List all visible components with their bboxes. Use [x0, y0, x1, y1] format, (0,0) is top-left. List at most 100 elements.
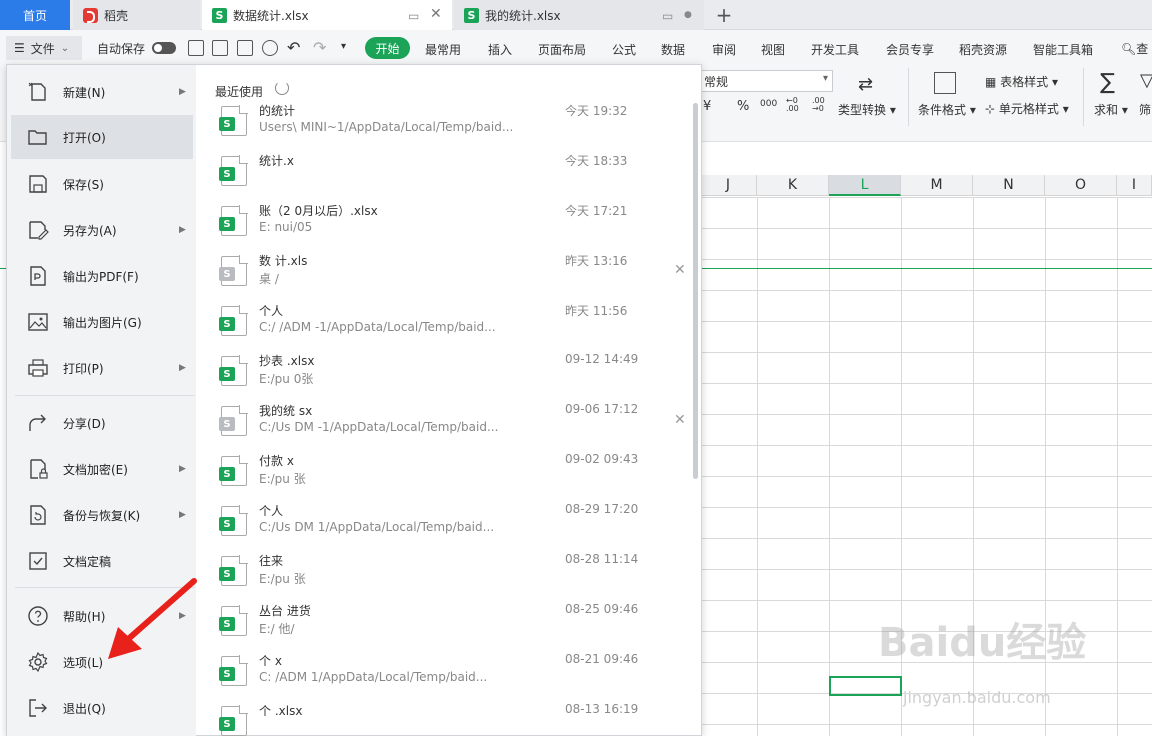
menu-item-exit[interactable]: 退出(Q) — [11, 686, 193, 730]
redo-icon[interactable]: ↷ — [313, 38, 326, 57]
tab-page-layout[interactable]: 页面布局 — [538, 41, 586, 58]
column-header-p[interactable]: I — [1117, 175, 1152, 196]
menu-item-encrypt[interactable]: 文档加密(E) ▶ — [11, 447, 193, 491]
save-icon[interactable] — [188, 40, 204, 56]
number-format-select[interactable]: 常规 ▾ — [697, 70, 833, 92]
file-menu-button[interactable]: ☰ 文件 ⌄ — [6, 36, 82, 60]
menu-item-save-as[interactable]: 另存为(A) ▶ — [11, 208, 193, 252]
recent-file-item[interactable]: S 抄表 .xlsx E:/pu 0张 09-12 14:49 — [215, 350, 685, 400]
menu-item-export-image[interactable]: 输出为图片(G) — [11, 300, 193, 344]
column-header-o[interactable]: O — [1045, 175, 1117, 196]
recent-file-item[interactable]: S 丛台 进货 E:/ 他/08-25 09:46 — [215, 600, 685, 650]
recent-file-path: 桌 / — [259, 272, 279, 286]
pdf-icon — [30, 266, 46, 286]
toolbar-separator — [908, 68, 909, 126]
autosave-toggle[interactable] — [152, 42, 176, 54]
menu-item-backup[interactable]: 备份与恢复(K) ▶ — [11, 493, 193, 537]
print-icon[interactable] — [237, 40, 253, 56]
recent-file-item[interactable]: S 个人 C:/Us DM 1/AppData/Local/Temp/baid...… — [215, 500, 685, 550]
tab-other-workbook[interactable]: S 我的统计.xlsx ▭ ● — [454, 0, 704, 30]
spreadsheet-file-icon: S — [219, 105, 248, 136]
tab-home[interactable]: 首页 — [0, 0, 70, 30]
remove-recent-icon[interactable]: ✕ — [674, 262, 686, 278]
filter-button[interactable]: 筛 — [1139, 101, 1151, 118]
recent-file-item[interactable]: S 个 .xlsx 08-13 16:19 — [215, 700, 685, 736]
table-style-button[interactable]: ▦ 表格样式 ▾ — [985, 73, 1058, 90]
tab-daoke-resources[interactable]: 稻壳资源 — [959, 41, 1007, 58]
tab-review[interactable]: 审阅 — [712, 41, 736, 58]
menu-item-share-label: 分享(D) — [63, 416, 106, 431]
recent-file-item[interactable]: S 个 x C: /ADM 1/AppData/Local/Temp/baid...… — [215, 650, 685, 700]
help-icon — [28, 606, 48, 626]
thousands-button[interactable]: 000 — [760, 99, 777, 109]
tab-start-label: 开始 — [375, 41, 400, 56]
recent-file-name: 数 计.xls — [259, 254, 308, 268]
selected-cell[interactable] — [829, 676, 902, 696]
column-header-l[interactable]: L — [829, 175, 901, 196]
quick-access-dropdown-icon[interactable]: ▾ — [341, 41, 346, 52]
export-icon[interactable] — [212, 40, 228, 56]
gear-icon — [28, 651, 48, 673]
exit-icon — [29, 699, 47, 717]
recent-file-path: E:/pu 0张 — [259, 372, 314, 386]
menu-item-export-pdf[interactable]: 输出为PDF(F) — [11, 254, 193, 298]
tab-active-workbook[interactable]: S 数据统计.xlsx ▭ ✕ — [202, 0, 452, 30]
recent-file-item[interactable]: S 数 计.xls 桌 / 昨天 13:16 ✕ — [215, 250, 686, 300]
spreadsheet-file-icon: S — [219, 605, 248, 636]
menu-item-share[interactable]: 分享(D) — [11, 401, 193, 445]
recent-file-item[interactable]: S 我的统 sx C:/Us DM -1/AppData/Local/Temp/ba… — [215, 400, 686, 450]
recent-file-item[interactable]: S 个人 C:/ /ADM -1/AppData/Local/Temp/baid..… — [215, 300, 685, 350]
percent-button[interactable]: % — [737, 99, 749, 114]
monitor-icon[interactable]: ▭ — [662, 9, 673, 23]
column-header-k[interactable]: K — [757, 175, 829, 196]
cell-style-button[interactable]: ⊹ 单元格样式 ▾ — [985, 100, 1069, 117]
currency-button[interactable]: ¥ — [703, 99, 711, 114]
tab-frequent[interactable]: 最常用 — [425, 41, 461, 58]
search-button[interactable]: 🔍︎查 — [1121, 40, 1148, 57]
menu-item-save[interactable]: 保存(S) — [11, 162, 193, 206]
folder-open-icon — [28, 130, 47, 145]
annotation-arrow-icon — [108, 578, 197, 659]
tab-view[interactable]: 视图 — [761, 41, 785, 58]
recent-list-scrollbar[interactable] — [693, 103, 698, 479]
tab-smart-tools[interactable]: 智能工具箱 — [1033, 41, 1093, 58]
tab-start[interactable]: 开始 — [365, 37, 410, 59]
recent-file-name: 个 .xlsx — [259, 704, 303, 718]
menu-item-new[interactable]: 新建(N) ▶ — [11, 70, 193, 114]
column-header-m[interactable]: M — [901, 175, 973, 196]
table-style-icon: ▦ — [985, 75, 1001, 89]
increase-decimal-button[interactable]: ←0 .00 — [786, 97, 804, 113]
tab-data[interactable]: 数据 — [661, 41, 685, 58]
type-convert-button[interactable]: 类型转换 ▾ — [838, 101, 896, 118]
tab-member[interactable]: 会员专享 — [886, 41, 934, 58]
tab-developer[interactable]: 开发工具 — [811, 41, 859, 58]
column-header-n[interactable]: N — [973, 175, 1045, 196]
sum-button[interactable]: 求和 ▾ — [1094, 101, 1128, 118]
spreadsheet-badge-icon: S — [219, 217, 235, 231]
menu-item-open[interactable]: 打开(O) — [11, 115, 193, 159]
spreadsheet-badge-icon: S — [219, 117, 235, 131]
recent-file-item[interactable]: S 统计.x 今天 18:33 — [215, 150, 685, 200]
recent-file-item[interactable]: S 的统计 Users\ MINI~1/AppData/Local/Temp/bai… — [215, 100, 685, 150]
recent-file-name: 抄表 .xlsx — [259, 354, 315, 368]
close-tab-icon[interactable]: ✕ — [430, 6, 442, 22]
tab-daoke-label: 稻壳 — [104, 8, 129, 23]
new-tab-button[interactable]: + — [710, 0, 738, 30]
recent-file-item[interactable]: S 账（2 0月以后）.xlsx E: nui/05 今天 17:21 — [215, 200, 685, 250]
menu-item-print-label: 打印(P) — [63, 361, 104, 376]
recent-file-item[interactable]: S 付款 x E:/pu 张 09-02 09:43 — [215, 450, 685, 500]
undo-icon[interactable]: ↶ — [287, 38, 300, 57]
tab-insert[interactable]: 插入 — [488, 41, 512, 58]
tab-formula[interactable]: 公式 — [612, 41, 636, 58]
preview-icon[interactable] — [262, 40, 278, 56]
menu-item-print[interactable]: 打印(P) ▶ — [11, 346, 193, 390]
tab-daoke[interactable]: 稻壳 — [73, 0, 200, 30]
column-header-j[interactable]: J — [700, 175, 757, 196]
decrease-decimal-button[interactable]: .00 →0 — [812, 97, 830, 113]
recent-file-item[interactable]: S 往来 E:/pu 张 08-28 11:14 — [215, 550, 685, 600]
remove-recent-icon[interactable]: ✕ — [674, 412, 686, 428]
monitor-icon[interactable]: ▭ — [408, 9, 419, 23]
toolbar-separator — [1083, 68, 1084, 126]
refresh-icon[interactable] — [275, 81, 289, 95]
conditional-format-button[interactable]: 条件格式 ▾ — [918, 101, 976, 118]
